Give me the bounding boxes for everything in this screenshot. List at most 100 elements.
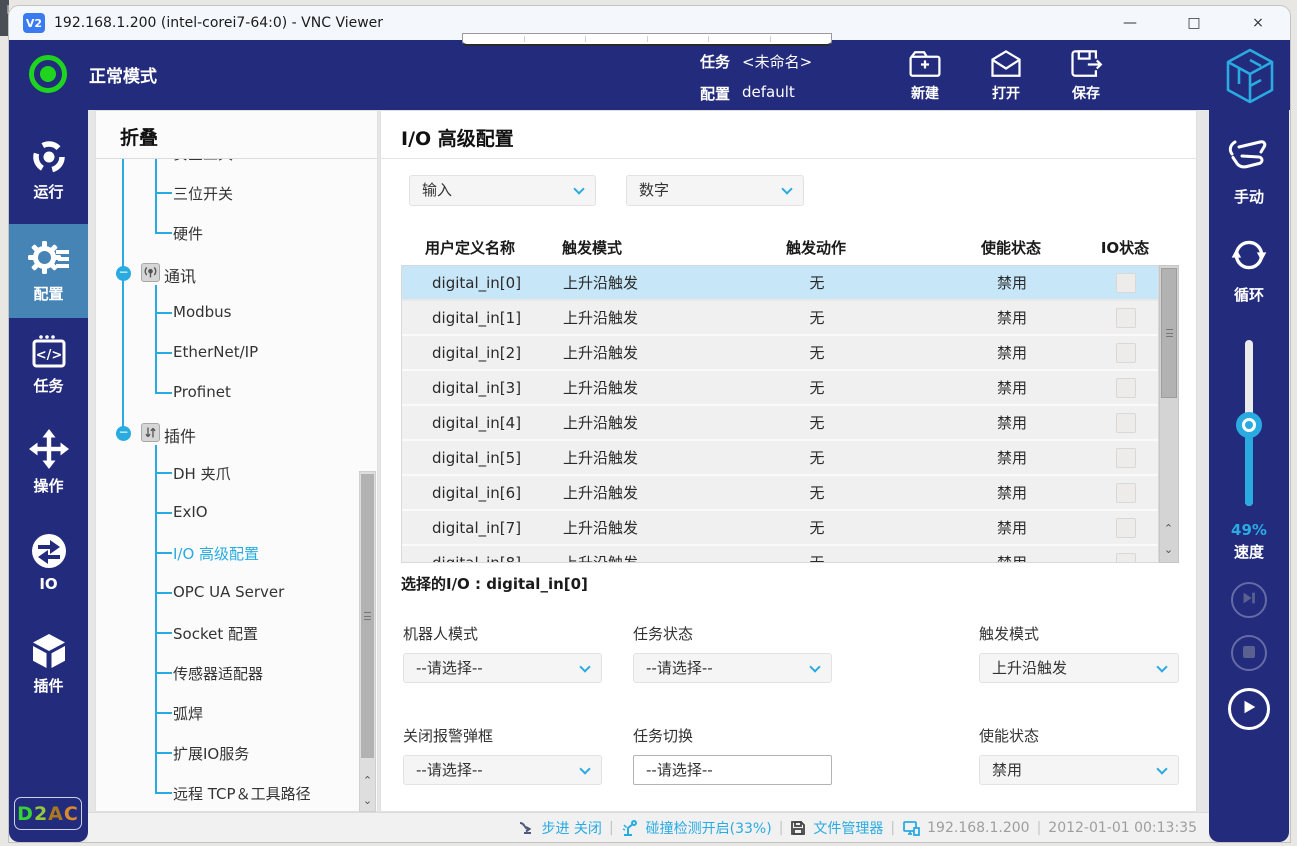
table-header: 用户定义名称 触发模式 触发动作 使能状态 IO状态 xyxy=(401,229,1159,265)
tree-item-label: 传感器适配器 xyxy=(173,663,263,684)
tree-item[interactable]: 三位开关 xyxy=(96,173,356,213)
cell-trigger-mode: 上升沿触发 xyxy=(547,377,702,398)
minimize-button[interactable]: — xyxy=(1098,6,1162,40)
tree-item-label: I/O 高级配置 xyxy=(173,543,259,564)
io-state-checkbox[interactable] xyxy=(1116,483,1136,503)
io-state-checkbox[interactable] xyxy=(1116,448,1136,468)
tree-item[interactable]: Profinet xyxy=(96,373,356,413)
robot-mode-select[interactable]: --请选择-- xyxy=(403,653,602,683)
tree-item[interactable]: I/O 高级配置 xyxy=(96,533,356,573)
new-button[interactable]: 新建 xyxy=(889,47,961,103)
tree-item[interactable]: 安全工具 xyxy=(96,159,356,173)
collapse-toggle-icon[interactable]: − xyxy=(116,426,131,441)
svg-text:</>: </> xyxy=(35,348,62,363)
field-value: --请选择-- xyxy=(416,659,483,677)
sidebar-item-config[interactable]: 配置 xyxy=(9,224,88,318)
tree-item[interactable]: ExIO xyxy=(96,493,356,533)
table-row[interactable]: digital_in[3]上升沿触发无禁用 xyxy=(402,371,1159,406)
table-row[interactable]: digital_in[0]上升沿触发无禁用 xyxy=(402,266,1159,301)
scroll-up-arrow[interactable]: ⌃ xyxy=(360,771,375,791)
io-state-checkbox[interactable] xyxy=(1116,308,1136,328)
task-state-select[interactable]: --请选择-- xyxy=(633,653,832,683)
tree-item[interactable]: −通讯 xyxy=(96,253,356,293)
table-row[interactable]: digital_in[1]上升沿触发无禁用 xyxy=(402,301,1159,336)
tree-item[interactable]: OPC UA Server xyxy=(96,573,356,613)
right-sidebar: 手动 循环 49% 速度 xyxy=(1209,110,1289,842)
step-forward-button[interactable] xyxy=(1231,582,1267,618)
sidebar-item-task[interactable]: </> 任务 xyxy=(9,334,88,396)
sidebar-item-run[interactable]: 运行 xyxy=(9,138,88,202)
cycle-mode-button[interactable]: 循环 xyxy=(1209,234,1289,305)
scroll-down-arrow[interactable]: ⌄ xyxy=(1161,540,1176,560)
app-header: 正常模式 任务 <未命名> 配置 default 新建 打开 保存 xyxy=(9,40,1290,110)
table-row[interactable]: digital_in[5]上升沿触发无禁用 xyxy=(402,441,1159,476)
sidebar-item-plugin[interactable]: 插件 xyxy=(9,632,88,696)
io-state-checkbox[interactable] xyxy=(1116,518,1136,538)
tree-item[interactable]: 传感器适配器 xyxy=(96,653,356,693)
scroll-down-arrow[interactable]: ⌄ xyxy=(360,791,375,811)
io-direction-select[interactable]: 输入 xyxy=(409,175,596,206)
io-state-checkbox[interactable] xyxy=(1116,413,1136,433)
table-scrollbar-thumb[interactable] xyxy=(1161,268,1177,398)
tree-header[interactable]: 折叠 xyxy=(96,111,377,159)
file-manager-link[interactable]: 文件管理器 xyxy=(813,818,883,838)
cell-user-name: digital_in[1] xyxy=(402,309,547,327)
io-state-checkbox[interactable] xyxy=(1116,378,1136,398)
manual-mode-button[interactable]: 手动 xyxy=(1209,136,1289,207)
cell-trigger-action: 无 xyxy=(702,377,932,398)
tree-item-label: 安全工具 xyxy=(173,159,233,164)
dna-badge[interactable]: D2AC xyxy=(14,797,82,830)
tree-scrollbar[interactable]: ⌃ ⌄ xyxy=(359,471,376,812)
close-alarm-select[interactable]: --请选择-- xyxy=(403,755,602,785)
tree-item[interactable]: DH 夹爪 xyxy=(96,453,356,493)
table-row[interactable]: digital_in[7]上升沿触发无禁用 xyxy=(402,511,1159,546)
play-button[interactable] xyxy=(1228,688,1270,730)
tree-item[interactable]: −插件 xyxy=(96,413,356,453)
save-button[interactable]: 保存 xyxy=(1050,47,1122,103)
table-row[interactable]: digital_in[4]上升沿触发无禁用 xyxy=(402,406,1159,441)
io-type-select[interactable]: 数字 xyxy=(626,175,804,206)
tree-item[interactable]: 弧焊 xyxy=(96,693,356,733)
scroll-up-arrow[interactable]: ⌃ xyxy=(1161,519,1176,539)
table-row[interactable]: digital_in[2]上升沿触发无禁用 xyxy=(402,336,1159,371)
tree-item[interactable]: EtherNet/IP xyxy=(96,333,356,373)
collapse-toggle-icon[interactable]: − xyxy=(116,266,131,281)
cell-trigger-mode: 上升沿触发 xyxy=(547,272,702,293)
cell-user-name: digital_in[7] xyxy=(402,519,547,537)
file-manager-icon xyxy=(790,820,806,836)
open-button[interactable]: 打开 xyxy=(970,47,1042,103)
table-scrollbar[interactable]: ⌃ ⌄ xyxy=(1159,265,1179,563)
tree-item[interactable]: 远程 TCP＆工具路径 xyxy=(96,773,356,812)
tree-item[interactable]: 硬件 xyxy=(96,213,356,253)
collision-detect-status[interactable]: 碰撞检测开启(33%) xyxy=(646,818,772,838)
trigger-mode-select[interactable]: 上升沿触发 xyxy=(979,653,1179,683)
stop-button[interactable] xyxy=(1231,635,1267,671)
tree-item-label: 硬件 xyxy=(173,223,203,244)
tree-item[interactable]: Modbus xyxy=(96,293,356,333)
open-button-label: 打开 xyxy=(970,83,1042,103)
task-switch-input[interactable]: --请选择-- xyxy=(633,755,832,785)
step-mode-status[interactable]: 步进 关闭 xyxy=(541,818,601,838)
enable-state-select[interactable]: 禁用 xyxy=(979,755,1179,785)
io-state-checkbox[interactable] xyxy=(1116,343,1136,363)
maximize-button[interactable]: □ xyxy=(1162,6,1226,40)
tree-body: 安全工具三位开关硬件 −通讯ModbusEtherNet/IPProfinet−插… xyxy=(96,159,377,812)
table-row[interactable]: digital_in[8]上升沿触发无禁用 xyxy=(402,546,1159,563)
speed-slider[interactable] xyxy=(1245,340,1253,506)
table-row[interactable]: digital_in[6]上升沿触发无禁用 xyxy=(402,476,1159,511)
column-header: 触发动作 xyxy=(701,237,931,258)
vnc-toolbar-tab[interactable] xyxy=(462,33,832,46)
sidebar-item-io[interactable]: IO xyxy=(9,532,88,593)
speed-slider-thumb[interactable] xyxy=(1236,412,1262,438)
close-button[interactable]: × xyxy=(1226,6,1290,40)
cycle-label: 循环 xyxy=(1209,284,1289,305)
tree-scrollbar-thumb[interactable] xyxy=(361,474,374,758)
mode-label: 正常模式 xyxy=(89,62,157,87)
tree-item[interactable]: 扩展IO服务 xyxy=(96,733,356,773)
sidebar-item-operate[interactable]: 操作 xyxy=(9,428,88,496)
io-state-checkbox[interactable] xyxy=(1116,273,1136,293)
io-state-checkbox[interactable] xyxy=(1116,553,1136,564)
tree-item[interactable]: Socket 配置 xyxy=(96,613,356,653)
chevron-down-icon xyxy=(1156,661,1167,672)
field-robot-mode: 机器人模式 --请选择-- xyxy=(403,623,602,683)
